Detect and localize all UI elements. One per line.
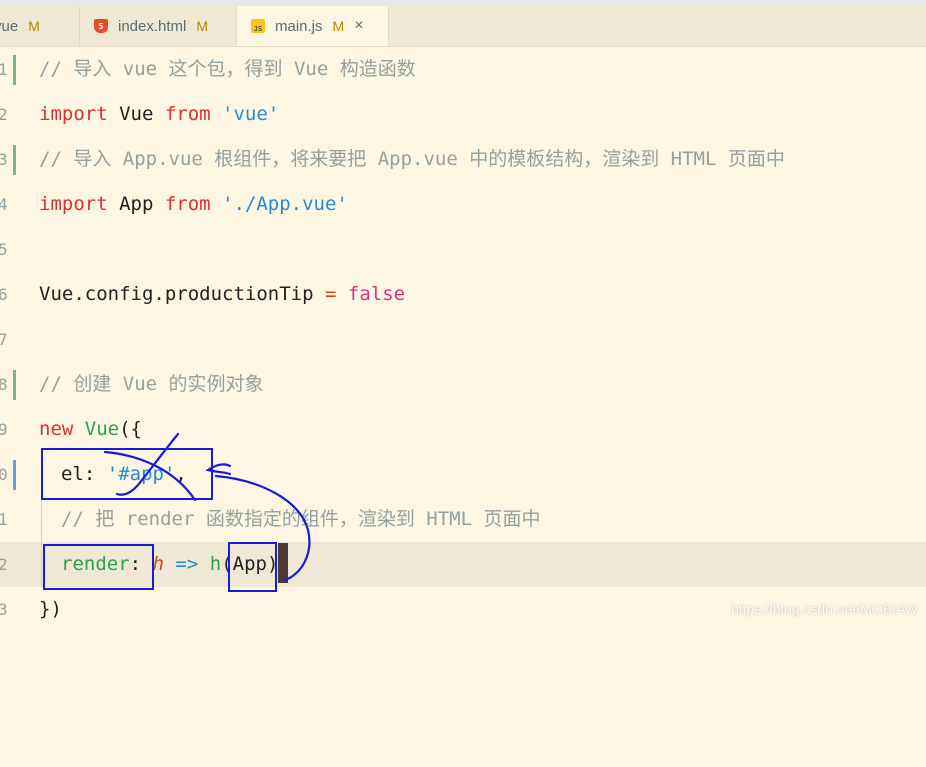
line-content: Vue.config.productionTip = false [39,272,405,317]
line-number: 8 [0,375,8,394]
git-modified-marker [13,370,16,400]
code-line: 8 // 创建 Vue 的实例对象 [0,362,926,407]
close-icon[interactable]: × [354,17,363,35]
punctuation: }) [39,598,62,620]
string-literal: './App.vue' [210,193,348,215]
arrow-operator: => [163,553,199,575]
line-content: import Vue from 'vue' [39,92,279,137]
boolean-literal: false [336,283,406,305]
code-line: 9 new Vue({ [0,407,926,452]
modified-badge: M [196,18,209,34]
line-content: import App from './App.vue' [39,182,348,227]
line-number: 6 [0,285,8,304]
indent-guide [41,497,42,542]
git-modified-marker [13,145,16,175]
code-line: 3 // 导入 App.vue 根组件，将来要把 App.vue 中的模板结构，… [0,137,926,182]
tab-label: index.html [118,17,187,35]
line-number: 4 [0,195,8,214]
keyword-import: import [39,103,108,125]
code-line: 1 // 导入 vue 这个包，得到 Vue 构造函数 [0,47,926,92]
tab-label: vue [0,17,19,35]
class-name: Vue [73,418,120,440]
line-content: // 把 render 函数指定的组件，渲染到 HTML 页面中 [61,497,540,542]
line-content: // 创建 Vue 的实例对象 [39,362,264,407]
tab-app-vue[interactable]: vue M [0,6,80,46]
line-content: // 导入 vue 这个包，得到 Vue 构造函数 [39,47,416,92]
line-number: 9 [0,420,8,439]
comment-text: // 导入 vue 这个包，得到 Vue 构造函数 [39,58,416,80]
code-line: 5 [0,227,926,272]
code-line: 7 [0,317,926,362]
annotation-box-app [228,542,277,592]
line-number: 2 [0,105,8,124]
line-number: 3 [0,600,8,619]
js-file-icon: JS [251,19,265,33]
line-number: 0 [0,465,8,484]
identifier: Vue [107,103,165,125]
line-content: // 导入 App.vue 根组件，将来要把 App.vue 中的模板结构，渲染… [39,137,785,182]
comment-text: // 创建 Vue 的实例对象 [39,373,264,395]
comment-text: // 导入 App.vue 根组件，将来要把 App.vue 中的模板结构，渲染… [39,148,785,170]
operator: = [324,283,337,305]
code-editor[interactable]: 1 // 导入 vue 这个包，得到 Vue 构造函数 2 import Vue… [0,47,926,630]
line-number: 2 [0,555,8,574]
identifier: App [107,193,165,215]
html-file-icon: 5 [94,19,108,33]
tab-index-html[interactable]: 5 index.html M [80,6,237,46]
tab-main-js[interactable]: JS main.js M × [237,6,389,46]
code-line: 4 import App from './App.vue' [0,182,926,227]
string-literal: 'vue' [210,103,280,125]
line-content: new Vue({ [39,407,142,452]
keyword-new: new [39,418,74,440]
line-number: 7 [0,330,8,349]
line-number: 1 [0,60,8,79]
keyword-import: import [39,193,108,215]
code-line: 6 Vue.config.productionTip = false [0,272,926,317]
git-added-marker [13,460,16,490]
text-cursor [278,542,289,583]
modified-badge: M [332,18,345,34]
git-modified-marker [13,55,16,85]
punctuation: ({ [119,418,142,440]
code-line: 1 // 把 render 函数指定的组件，渲染到 HTML 页面中 [0,497,926,542]
line-content: }) [39,587,62,632]
function-call: h [198,553,222,575]
comment-text: // 把 render 函数指定的组件，渲染到 HTML 页面中 [61,508,541,530]
identifier: Vue.config.productionTip [39,283,325,305]
editor-tab-bar: vue M 5 index.html M JS main.js M × [0,6,926,47]
code-line: 2 import Vue from 'vue' [0,92,926,137]
line-number: 5 [0,240,8,259]
annotation-box-render [43,544,154,590]
annotation-box-el [41,448,213,500]
line-number: 1 [0,510,8,529]
keyword-from: from [164,103,211,125]
tab-label: main.js [275,17,323,35]
watermark: https://blog.csdn.net/MOEIAW [730,601,918,617]
modified-badge: M [28,18,40,34]
keyword-from: from [164,193,211,215]
indent-guide [41,542,42,587]
line-number: 3 [0,150,8,169]
